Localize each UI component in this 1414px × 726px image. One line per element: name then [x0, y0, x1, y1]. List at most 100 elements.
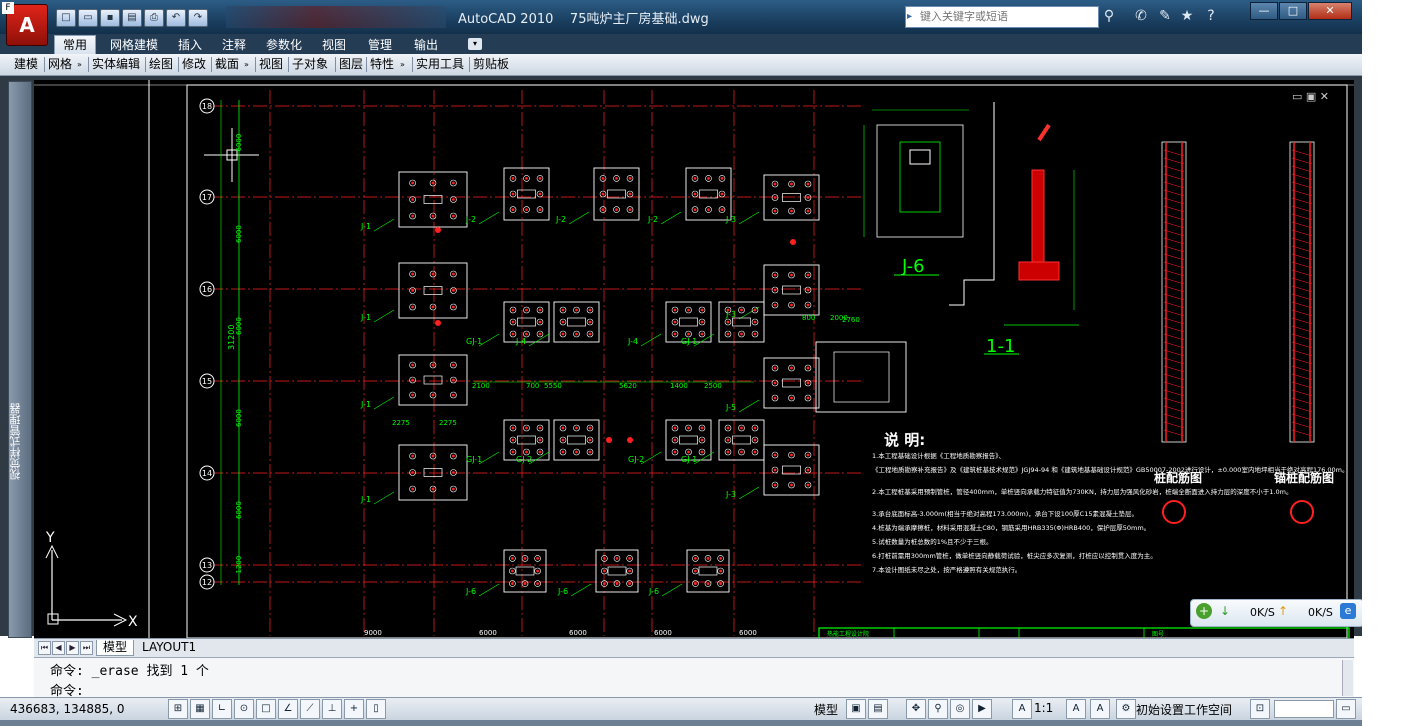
annotation-scale-icon[interactable]: A	[1012, 699, 1032, 719]
pile-dot	[615, 557, 619, 560]
quickview-icon[interactable]: ▤	[868, 699, 888, 719]
3d-osnap-icon[interactable]: ∠	[278, 699, 298, 719]
pile-dot	[411, 289, 414, 292]
panel-utilities[interactable]: 实用工具	[414, 56, 466, 73]
coordinate-readout[interactable]: 436683, 134885, 0	[10, 702, 125, 716]
binoculars-icon[interactable]: ⚲	[1100, 7, 1118, 25]
panel-draw[interactable]: 绘图	[147, 56, 175, 73]
maximize-button[interactable]: □	[1279, 2, 1307, 20]
ribbon-minimize-icon[interactable]: ▾	[468, 38, 482, 50]
pan-icon[interactable]: ✥	[906, 699, 926, 719]
footing-column	[732, 317, 751, 327]
panel-mesh[interactable]: 网格	[46, 56, 74, 73]
panel-modify[interactable]: 修改	[180, 56, 208, 73]
tab-insert[interactable]: 插入	[170, 36, 210, 54]
panel-expand-icon[interactable]: »	[244, 60, 249, 69]
ie-icon[interactable]: e	[1340, 603, 1356, 619]
leader-line	[660, 211, 682, 225]
pile-dot	[525, 208, 528, 212]
panel-divider	[469, 57, 470, 72]
prev-tab-arrow[interactable]: ◀	[52, 641, 65, 655]
model-space-label[interactable]: 模型	[814, 701, 838, 718]
search-input[interactable]	[920, 7, 1090, 25]
osnap-icon[interactable]: □	[256, 699, 276, 719]
tab-annotate[interactable]: 注释	[214, 36, 254, 54]
subscription-icon[interactable]: ✎	[1156, 7, 1174, 25]
workspace-switch[interactable]: 初始设置工作空间	[1136, 701, 1232, 718]
tab-home[interactable]: 常用	[54, 35, 97, 54]
panel-modeling[interactable]: 建模	[12, 56, 40, 73]
pile-dot	[806, 288, 810, 292]
annotation-scale[interactable]: 1:1	[1034, 701, 1053, 715]
footing-column	[423, 468, 443, 477]
showmotion-icon[interactable]: ▶	[972, 699, 992, 719]
status-slider[interactable]	[1274, 700, 1334, 718]
panel-expand-icon[interactable]: »	[400, 60, 405, 69]
network-speed-widget[interactable]	[1190, 599, 1364, 627]
layout-icon[interactable]: ▣	[846, 699, 866, 719]
footing-label: J-1	[360, 313, 371, 322]
ducs-icon[interactable]: ⊥	[322, 699, 342, 719]
qnew-icon[interactable]: □	[56, 9, 76, 27]
panel-solid-editing[interactable]: 实体编辑	[90, 56, 142, 73]
open-icon[interactable]: ▭	[78, 9, 98, 27]
auto-scale-icon[interactable]: A	[1090, 699, 1110, 719]
pile-dot	[511, 450, 515, 454]
zoom-icon[interactable]: ⚲	[928, 699, 948, 719]
infocenter-search[interactable]	[905, 6, 1099, 28]
dimension-text: 1400	[670, 382, 688, 390]
panel-layers[interactable]: 图层	[337, 56, 365, 73]
lineweight-icon[interactable]: ▯	[366, 699, 386, 719]
steering-wheel-icon[interactable]: ◎	[950, 699, 970, 719]
plus-circle-icon[interactable]: +	[1196, 603, 1212, 619]
annotation-visibility-icon[interactable]: A	[1066, 699, 1086, 719]
pile-dot	[687, 450, 690, 454]
snap-icon[interactable]: ⊞	[168, 699, 188, 719]
minimize-button[interactable]: —	[1250, 2, 1278, 20]
help-icon[interactable]: ?	[1202, 7, 1220, 25]
save-as-icon[interactable]: ▤	[122, 9, 142, 27]
panel-section[interactable]: 截面	[213, 56, 241, 73]
otrack-icon[interactable]: ⟋	[300, 699, 320, 719]
polar-icon[interactable]: ⊙	[234, 699, 254, 719]
save-icon[interactable]: ▪	[100, 9, 120, 27]
panel-subobject[interactable]: 子对象	[290, 56, 330, 73]
communication-center-icon[interactable]: ✆	[1132, 7, 1150, 25]
print-icon[interactable]: ⎙	[144, 9, 164, 27]
undo-icon[interactable]: ↶	[166, 9, 186, 27]
ortho-icon[interactable]: ∟	[212, 699, 232, 719]
spiral-segment	[1163, 253, 1185, 261]
tab-output[interactable]: 输出	[406, 36, 446, 54]
last-tab-arrow[interactable]: ⏭	[80, 641, 93, 655]
command-input[interactable]	[100, 680, 1344, 698]
tab-view[interactable]: 视图	[314, 36, 354, 54]
pile-dot	[525, 450, 528, 454]
redo-icon[interactable]: ↷	[188, 9, 208, 27]
cad-drawing[interactable]: Y X J-1J-1J-1J-1J-2 J-2 J-2 J-3J-3J-5J-3GJ-…	[34, 80, 1354, 638]
spiral-segment	[1291, 293, 1313, 301]
next-tab-arrow[interactable]: ▶	[66, 641, 79, 655]
first-tab-arrow[interactable]: ⏮	[38, 641, 51, 655]
lock-icon[interactable]: ⊡	[1250, 699, 1270, 719]
panel-expand-icon[interactable]: »	[77, 60, 82, 69]
panel-properties[interactable]: 特性	[368, 56, 396, 73]
tab-manage[interactable]: 管理	[360, 36, 400, 54]
favorites-star-icon[interactable]: ★	[1178, 7, 1196, 25]
panel-clipboard[interactable]: 剪贴板	[471, 56, 511, 73]
grid-icon[interactable]: ▦	[190, 699, 210, 719]
panel-view[interactable]: 视图	[257, 56, 285, 73]
tab-model[interactable]: 模型	[96, 640, 135, 656]
workspace-gear-icon[interactable]: ⚙	[1116, 699, 1136, 719]
tab-parametric[interactable]: 参数化	[258, 36, 310, 54]
command-scrollbar[interactable]	[1342, 660, 1353, 696]
tab-mesh-modeling[interactable]: 网格建模	[102, 36, 166, 54]
clean-screen-icon[interactable]: ▭	[1336, 699, 1356, 719]
footing-column	[517, 435, 536, 445]
close-button[interactable]: ✕	[1308, 2, 1352, 20]
note-line: 1.本工程基础设计根据《工程地质勘察报告》、	[872, 451, 1005, 460]
dyn-icon[interactable]: +	[344, 699, 364, 719]
tab-layout1[interactable]: LAYOUT1	[136, 640, 202, 655]
spiral-segment	[1291, 229, 1313, 237]
viewport-controls[interactable]: ▭ ▣ ✕	[1292, 90, 1329, 103]
drawing-viewport[interactable]: Y X J-1 J-1 J-1 J-1 J-2 J-2 J-2 J-3 J-3 J-5 J-3 GJ-…	[34, 80, 1354, 638]
